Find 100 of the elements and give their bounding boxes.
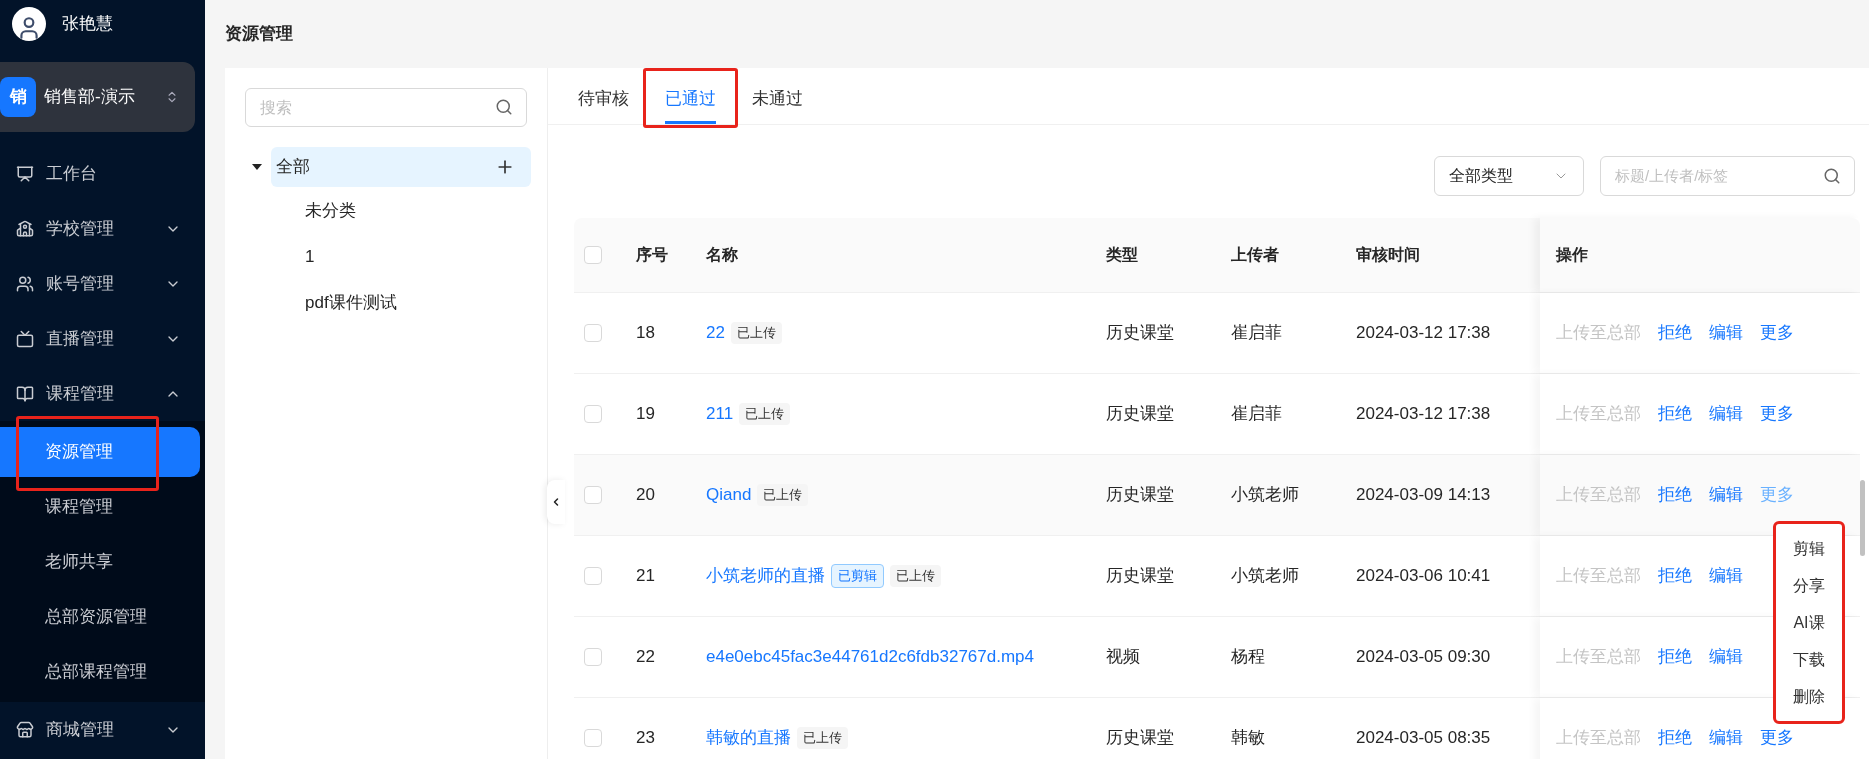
nav-subitem[interactable]: 总部资源管理 — [0, 591, 200, 642]
table-cell: 历史课堂 — [1106, 485, 1174, 505]
status-tag: 已上传 — [797, 727, 848, 749]
collapse-handle[interactable] — [547, 480, 565, 524]
action-link[interactable]: 更多 — [1760, 320, 1794, 346]
checkbox[interactable] — [584, 729, 602, 747]
action-link[interactable]: 拒绝 — [1658, 563, 1692, 589]
tree-node[interactable]: 全部 — [271, 147, 531, 187]
status-tag: 已上传 — [890, 565, 941, 587]
table-cell: 小筑老师 — [1231, 485, 1299, 505]
action-link[interactable]: 拒绝 — [1658, 644, 1692, 670]
table-cell: 2024-03-05 09:30 — [1356, 647, 1491, 667]
checkbox[interactable] — [584, 405, 602, 423]
type-select[interactable]: 全部类型 — [1434, 155, 1584, 196]
action-link[interactable]: 拒绝 — [1658, 401, 1692, 427]
action-link[interactable]: 编辑 — [1709, 725, 1743, 751]
checkbox[interactable] — [584, 486, 602, 504]
column-header: 类型 — [1106, 245, 1138, 265]
table-cell: 历史课堂 — [1106, 404, 1174, 424]
table-cell: 崔启菲 — [1231, 323, 1282, 343]
building-icon — [16, 219, 34, 238]
team-name: 销售部-演示 — [44, 86, 136, 109]
nav-item[interactable]: 直播管理 — [0, 311, 205, 366]
action-link[interactable]: 编辑 — [1709, 320, 1743, 346]
table-cell: 历史课堂 — [1106, 728, 1174, 748]
team-switcher[interactable]: 销 销售部-演示 — [0, 62, 195, 132]
nav-item[interactable]: 账号管理 — [0, 256, 205, 311]
resource-link[interactable]: 211 — [706, 401, 734, 427]
action-link[interactable]: 更多 — [1760, 482, 1794, 508]
column-header: 名称 — [706, 245, 738, 265]
menu-item[interactable]: 下载 — [1793, 641, 1825, 678]
column-header: 审核时间 — [1356, 245, 1420, 265]
nav-item[interactable]: 商城管理 — [0, 702, 205, 757]
nav-subitem[interactable]: 老师共享 — [0, 536, 200, 587]
action-link[interactable]: 拒绝 — [1658, 482, 1692, 508]
tv-icon — [16, 329, 34, 348]
column-header: 序号 — [636, 245, 668, 265]
table-cell: 20 — [636, 485, 655, 505]
nav-subitem[interactable]: 课程管理 — [0, 481, 200, 532]
table-cell: 19 — [636, 404, 655, 424]
book-icon — [16, 384, 34, 403]
action-link[interactable]: 拒绝 — [1658, 320, 1692, 346]
table-cell: 18 — [636, 323, 655, 343]
table-cell: 小筑老师 — [1231, 566, 1299, 586]
action-link[interactable]: 更多 — [1760, 401, 1794, 427]
nav-item[interactable]: 学校管理 — [0, 201, 205, 256]
nav-subitem[interactable]: 资源管理 — [0, 426, 200, 477]
table-cell: 历史课堂 — [1106, 566, 1174, 586]
team-badge: 销 — [0, 77, 36, 117]
table-cell: 2024-03-06 10:41 — [1356, 566, 1491, 586]
action-link[interactable]: 更多 — [1760, 725, 1794, 751]
column-header: 上传者 — [1231, 245, 1279, 265]
user-name: 张艳慧 — [62, 13, 113, 36]
table-cell: 21 — [636, 566, 655, 586]
tab[interactable]: 待审核 — [578, 76, 629, 124]
table-cell: 2024-03-12 17:38 — [1356, 323, 1491, 343]
checkbox[interactable] — [584, 324, 602, 342]
checkbox[interactable] — [584, 246, 602, 264]
caret-icon[interactable] — [252, 164, 262, 170]
users-icon — [16, 274, 34, 293]
status-tag: 已剪辑 — [831, 564, 884, 588]
search-icon — [1823, 166, 1841, 185]
tree-node[interactable]: pdf课件测试 — [293, 280, 527, 325]
tree-node[interactable]: 未分类 — [293, 188, 527, 233]
table-cell: 崔启菲 — [1231, 404, 1282, 424]
table-cell: 韩敏 — [1231, 728, 1265, 748]
chart-board-icon — [16, 164, 34, 183]
store-icon — [16, 720, 34, 739]
table-cell: 23 — [636, 728, 655, 748]
resource-link[interactable]: e4e0ebc45fac3e44761d2c6fdb32767d.mp4 — [706, 644, 1034, 670]
table-cell: 视频 — [1106, 647, 1140, 667]
menu-item[interactable]: 分享 — [1793, 567, 1825, 604]
resource-link[interactable]: 22 — [706, 320, 725, 346]
resource-link[interactable]: 小筑老师的直播 — [706, 563, 825, 589]
table-cell: 2024-03-05 08:35 — [1356, 728, 1491, 748]
search-field[interactable]: 搜索 — [245, 88, 527, 127]
status-tag: 已上传 — [730, 322, 782, 344]
tab[interactable]: 已通过 — [665, 76, 716, 124]
table-cell: 历史课堂 — [1106, 323, 1174, 343]
resource-link[interactable]: 韩敏的直播 — [706, 725, 791, 751]
nav-subitem[interactable]: 总部课程管理 — [0, 646, 200, 697]
nav-item[interactable]: 工作台 — [0, 146, 205, 201]
search-icon — [495, 98, 513, 116]
action-link[interactable]: 拒绝 — [1658, 725, 1692, 751]
action-link[interactable]: 编辑 — [1709, 563, 1743, 589]
checkbox[interactable] — [584, 648, 602, 666]
nav-item[interactable]: 课程管理 — [0, 366, 205, 421]
table-cell: 22 — [636, 647, 655, 667]
status-tag: 已上传 — [757, 484, 809, 506]
column-header: 操作 — [1556, 245, 1588, 265]
tab[interactable]: 未通过 — [752, 76, 803, 124]
action-link[interactable]: 编辑 — [1709, 401, 1743, 427]
tree-node[interactable]: 1 — [293, 234, 527, 279]
scrollbar-thumb[interactable] — [1860, 480, 1865, 556]
action-link[interactable]: 编辑 — [1709, 644, 1743, 670]
status-tag: 已上传 — [739, 403, 791, 425]
action-link[interactable]: 编辑 — [1709, 482, 1743, 508]
search-field[interactable]: 标题/上传者/标签 — [1600, 155, 1855, 196]
checkbox[interactable] — [584, 567, 602, 585]
resource-link[interactable]: Qiand — [706, 482, 752, 508]
